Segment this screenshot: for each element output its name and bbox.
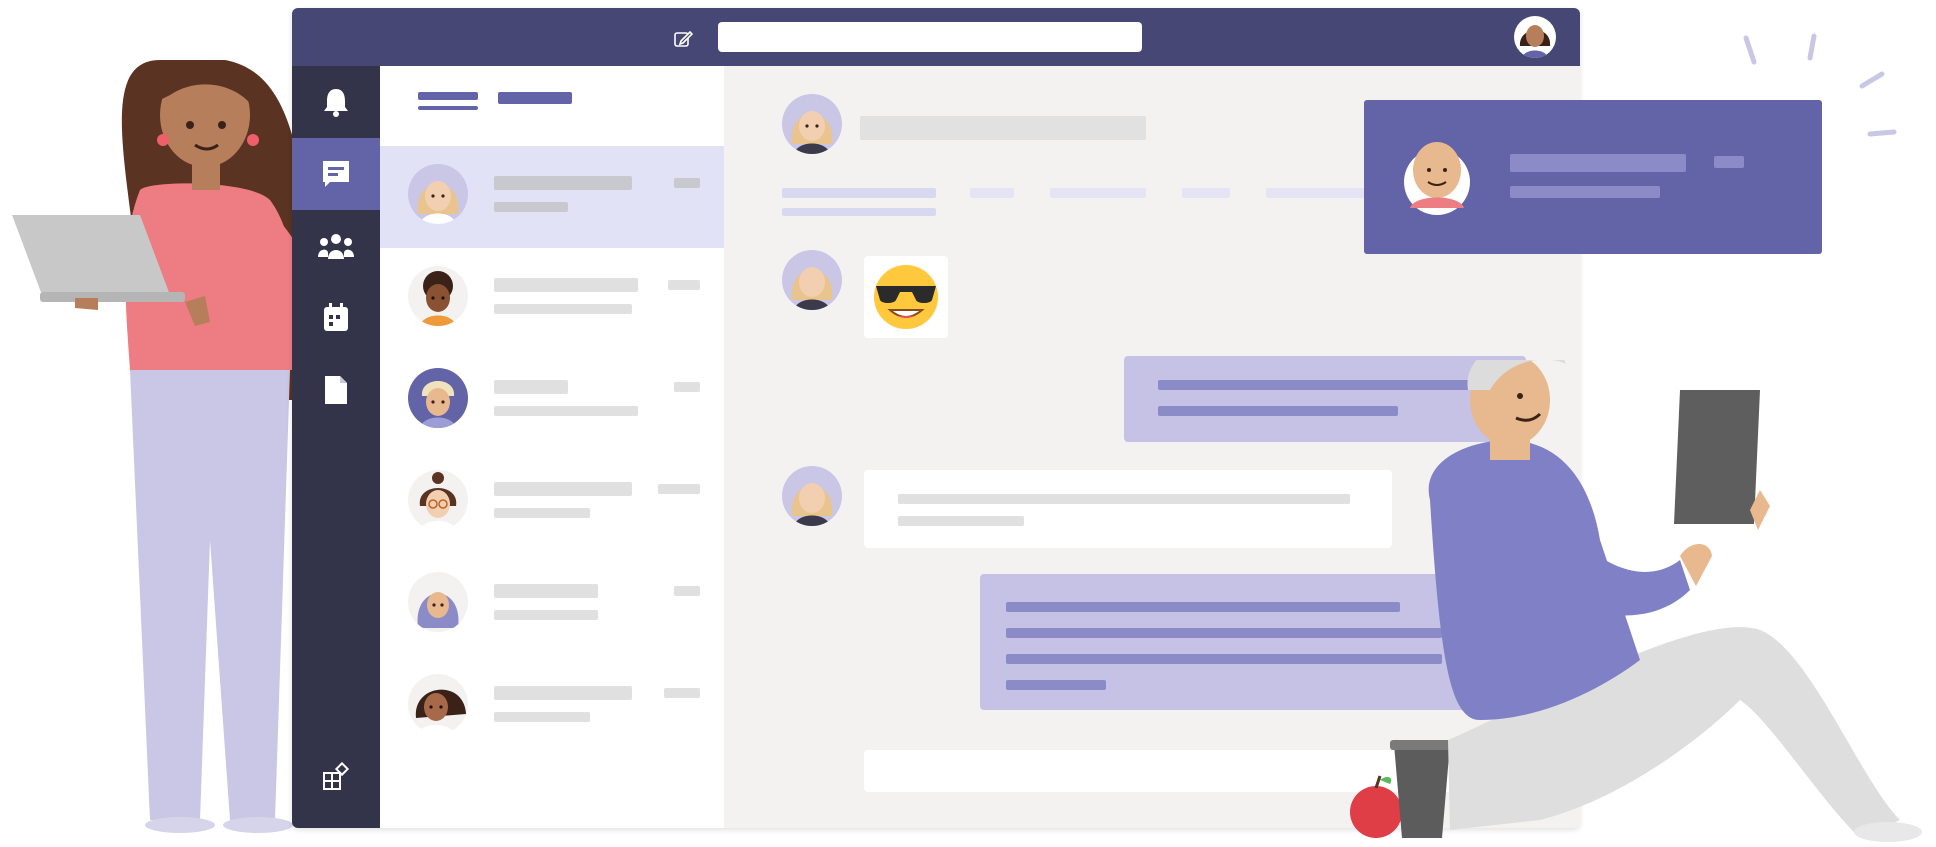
rail-item-activity[interactable] xyxy=(292,66,380,138)
chat-list-item-name-placeholder xyxy=(494,584,598,598)
avatar xyxy=(408,572,468,632)
rail-item-teams[interactable] xyxy=(292,210,380,282)
avatar xyxy=(408,266,468,326)
tab-activity[interactable] xyxy=(1182,188,1230,198)
chat-list-item-time-placeholder xyxy=(664,688,700,698)
chat-list-item-preview-placeholder xyxy=(494,406,638,416)
message-avatar xyxy=(782,250,842,310)
avatar xyxy=(408,470,468,530)
avatar-image xyxy=(791,483,833,526)
chat-list-item[interactable] xyxy=(380,554,724,656)
avatar-image xyxy=(417,181,459,224)
apple-illustration xyxy=(1350,786,1402,838)
notification-time-placeholder xyxy=(1714,156,1744,168)
woman-with-laptop-illustration xyxy=(12,60,313,833)
rail-item-calendar[interactable] xyxy=(292,282,380,354)
chat-list-item-name-placeholder xyxy=(494,686,632,700)
chat-list-item-preview-placeholder xyxy=(494,202,568,212)
tab-chat-underline xyxy=(782,208,936,216)
conversation-title-placeholder xyxy=(860,116,1146,140)
chat-list-item-time-placeholder xyxy=(658,484,700,494)
avatar-image xyxy=(791,267,833,310)
message-line-placeholder xyxy=(1006,680,1106,690)
teams-icon xyxy=(318,234,354,259)
tab-chat[interactable] xyxy=(782,188,936,198)
avatar xyxy=(408,368,468,428)
chat-list-item-time-placeholder xyxy=(668,280,700,290)
tab-organization[interactable] xyxy=(1050,188,1146,198)
chat-list-item[interactable] xyxy=(380,146,724,248)
man-with-tablet-illustration xyxy=(1350,360,1922,842)
emoji-message xyxy=(864,256,948,338)
chat-list xyxy=(380,66,724,828)
apps-icon xyxy=(323,761,350,790)
files-icon xyxy=(325,376,347,404)
rail-item-files[interactable] xyxy=(292,354,380,426)
message-avatar xyxy=(782,466,842,526)
chat-list-item-preview-placeholder xyxy=(494,304,632,314)
chat-list-item[interactable] xyxy=(380,452,724,554)
tab-files[interactable] xyxy=(970,188,1014,198)
avatar-image xyxy=(420,381,456,428)
avatar-image xyxy=(417,592,459,628)
calendar-icon xyxy=(324,303,348,331)
avatar-image xyxy=(1404,142,1470,215)
chat-list-item-time-placeholder xyxy=(674,586,700,596)
bell-icon xyxy=(324,89,348,117)
chat-list-item-name-placeholder xyxy=(494,176,632,190)
avatar-image xyxy=(420,271,456,326)
chat-icon xyxy=(323,161,349,187)
chat-list-item[interactable] xyxy=(380,350,724,452)
avatar-image xyxy=(791,111,833,154)
chat-list-header xyxy=(380,66,724,144)
chat-list-item-name-placeholder xyxy=(494,278,638,292)
message-bubble-other xyxy=(864,470,1392,548)
chat-list-item[interactable] xyxy=(380,656,724,758)
sunglasses-emoji-icon xyxy=(874,265,938,329)
notification-message-placeholder xyxy=(1510,186,1660,198)
compose-icon[interactable] xyxy=(672,28,694,50)
search-input[interactable] xyxy=(718,22,1142,52)
rail-item-chat[interactable] xyxy=(292,138,380,210)
filter-tab[interactable] xyxy=(498,92,572,104)
app-rail xyxy=(292,66,380,828)
title-bar xyxy=(292,8,1580,66)
chat-list-item-preview-placeholder xyxy=(494,610,598,620)
message-line-placeholder xyxy=(898,516,1024,526)
notification-title-placeholder xyxy=(1510,154,1686,172)
rail-item-apps[interactable] xyxy=(292,740,380,812)
conversation-header-avatar xyxy=(782,94,842,154)
chat-list-item-preview-placeholder xyxy=(494,508,590,518)
chat-list-item-name-placeholder xyxy=(494,380,568,394)
sparkle-decoration xyxy=(1743,33,1897,137)
chat-list-item-time-placeholder xyxy=(674,178,700,188)
tab-more[interactable] xyxy=(1266,188,1366,198)
notification-avatar xyxy=(1402,132,1472,216)
user-avatar[interactable] xyxy=(1514,16,1556,58)
chat-list-item-time-placeholder xyxy=(674,382,700,392)
chat-list-item-name-placeholder xyxy=(494,482,632,496)
chat-list-item[interactable] xyxy=(380,248,724,350)
user-avatar-image xyxy=(1519,25,1551,58)
cup-illustration xyxy=(1394,744,1450,838)
chat-list-item-preview-placeholder xyxy=(494,712,590,722)
message-line-placeholder xyxy=(898,494,1350,504)
menu-icon[interactable] xyxy=(418,92,478,100)
menu-icon-line xyxy=(418,106,478,110)
avatar-image xyxy=(415,689,466,734)
avatar xyxy=(408,674,468,734)
avatar-image xyxy=(419,472,457,530)
avatar xyxy=(408,164,468,224)
